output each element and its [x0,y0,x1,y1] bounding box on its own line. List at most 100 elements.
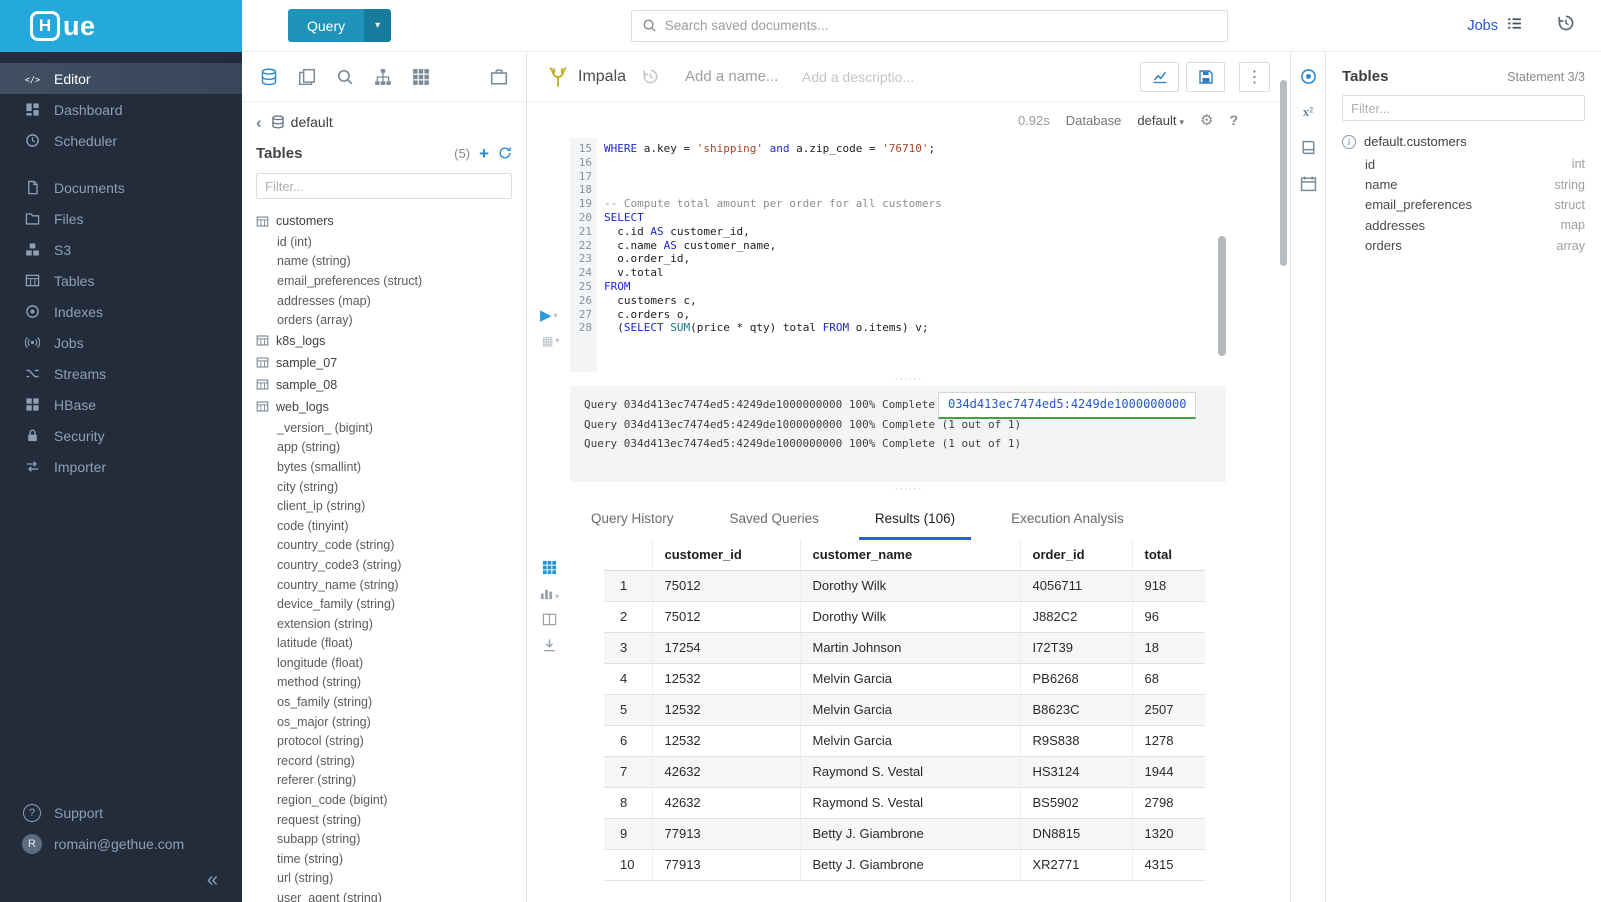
log-resize-handle[interactable] [527,372,1290,386]
code-editor[interactable]: ▶▾ ▦▾ 1516171819202122232425262728 WHERE… [527,138,1290,372]
sidebar-item-editor[interactable]: </>Editor [0,63,242,94]
code-line[interactable] [604,170,1290,184]
editor-code[interactable]: WHERE a.key = 'shipping' and a.zip_code … [597,138,1290,372]
help-icon[interactable]: ? [1229,112,1238,128]
code-line[interactable]: c.orders o, [604,308,1290,322]
search-source-icon[interactable] [334,66,356,88]
sidebar-item-security[interactable]: Security [0,420,242,451]
more-options-button[interactable]: ⋮ [1239,62,1270,92]
tree-column[interactable]: country_code (string) [256,536,526,556]
tree-column[interactable]: orders (array) [256,310,526,330]
save-button[interactable] [1186,62,1225,92]
tree-table-sample-08[interactable]: sample_08 [256,374,526,396]
add-table-icon[interactable]: + [479,145,489,162]
sidebar-item-importer[interactable]: Importer [0,451,242,482]
settings-gear-icon[interactable]: ⚙ [1200,111,1213,129]
chart-view-icon[interactable]: ▾ [539,586,559,601]
tab-saved-queries[interactable]: Saved Queries [714,500,835,540]
query-id-popover[interactable]: 034d413ec7474ed5:4249de1000000000 [938,392,1196,419]
tab-execution-analysis[interactable]: Execution Analysis [995,500,1140,540]
sidebar-item-support[interactable]: ? Support [0,797,242,828]
code-line[interactable]: v.total [604,266,1290,280]
tree-column[interactable]: request (string) [256,810,526,830]
tree-column[interactable]: record (string) [256,751,526,771]
functions-icon[interactable]: x² [1303,104,1313,120]
right-column-email-preferences[interactable]: email_preferencesstruct [1365,195,1585,215]
assistant-icon[interactable] [1300,68,1317,85]
results-resize-handle[interactable] [527,482,1290,496]
code-line[interactable]: -- Compute total amount per order for al… [604,197,1290,211]
sidebar-item-user[interactable]: R romain@gethue.com [0,828,242,859]
sidebar-item-s3[interactable]: S3 [0,234,242,265]
code-line[interactable]: customers c, [604,294,1290,308]
tree-column[interactable]: bytes (smallint) [256,457,526,477]
grid-view-icon[interactable] [542,560,557,575]
code-line[interactable]: (SELECT SUM(price * qty) total FROM o.it… [604,321,1290,335]
breadcrumb-database-name[interactable]: default [291,114,333,130]
table-filter-input[interactable] [256,173,512,199]
results-row[interactable]: 977913Betty J. GiambroneDN88151320 [604,818,1205,849]
code-line[interactable]: FROM [604,280,1290,294]
sidebar-item-tables[interactable]: Tables [0,265,242,296]
tree-column[interactable]: subapp (string) [256,829,526,849]
briefcase-icon[interactable] [488,66,510,88]
tree-column[interactable]: user_agent (string) [256,888,526,902]
tree-column[interactable]: email_preferences (struct) [256,271,526,291]
tree-column[interactable]: method (string) [256,673,526,693]
editor-scrollbar[interactable] [1218,236,1226,356]
tree-column[interactable]: _version_ (bigint) [256,418,526,438]
main-scrollbar[interactable] [1280,80,1287,266]
results-row[interactable]: 317254Martin JohnsonI72T3918 [604,632,1205,663]
tree-column[interactable]: url (string) [256,869,526,889]
sidebar-item-indexes[interactable]: Indexes [0,296,242,327]
results-col-header[interactable]: customer_id [652,540,800,570]
sidebar-item-hbase[interactable]: HBase [0,389,242,420]
tab-query-history[interactable]: Query History [575,500,690,540]
results-row[interactable]: 275012Dorothy WilkJ882C296 [604,601,1205,632]
sidebar-item-files[interactable]: Files [0,203,242,234]
active-table-row[interactable]: i default.customers [1342,134,1585,149]
results-col-header[interactable]: total [1132,540,1205,570]
results-col-header[interactable]: customer_name [800,540,1020,570]
query-history-icon[interactable] [1557,14,1575,37]
results-row[interactable]: 612532Melvin GarciaR9S8381278 [604,725,1205,756]
query-name-input[interactable] [685,68,780,85]
tree-column[interactable]: os_family (string) [256,692,526,712]
tree-column[interactable]: addresses (map) [256,291,526,311]
code-line[interactable]: WHERE a.key = 'shipping' and a.zip_code … [604,142,1290,156]
apps-grid-icon[interactable] [410,66,432,88]
tree-table-customers[interactable]: customers [256,210,526,232]
hue-logo[interactable]: H ue [0,0,242,52]
tree-column[interactable]: country_name (string) [256,575,526,595]
schedule-calendar-icon[interactable] [1300,175,1317,192]
code-line[interactable] [604,183,1290,197]
sidebar-item-scheduler[interactable]: Scheduler [0,125,242,156]
new-query-button[interactable]: Query ▾ [288,9,391,42]
results-row[interactable]: 842632Raymond S. VestalBS59022798 [604,787,1205,818]
right-filter-input[interactable] [1342,95,1585,121]
right-column-orders[interactable]: ordersarray [1365,236,1585,256]
results-col-header[interactable]: order_id [1020,540,1132,570]
sidebar-item-jobs[interactable]: Jobs [0,327,242,358]
back-chevron-icon[interactable]: ‹ [256,114,262,131]
right-column-name[interactable]: namestring [1365,174,1585,194]
documents-source-icon[interactable] [296,66,318,88]
results-row[interactable]: 1077913Betty J. GiambroneXR27714315 [604,849,1205,880]
tree-column[interactable]: client_ip (string) [256,496,526,516]
columns-view-icon[interactable] [542,612,557,627]
tree-column[interactable]: name (string) [256,252,526,272]
tree-column[interactable]: code (tinyint) [256,516,526,536]
tree-table-sample-07[interactable]: sample_07 [256,352,526,374]
code-line[interactable]: c.id AS customer_id, [604,225,1290,239]
code-line[interactable]: SELECT [604,211,1290,225]
code-line[interactable] [604,156,1290,170]
results-row[interactable]: 175012Dorothy Wilk4056711918 [604,570,1205,601]
search-input[interactable] [665,18,1217,33]
collapse-sidebar-button[interactable]: « [207,869,218,891]
tree-column[interactable]: referer (string) [256,771,526,791]
execute-button[interactable]: ▶▾ [540,308,558,323]
chart-button[interactable] [1140,62,1179,92]
query-description-input[interactable] [802,69,932,85]
results-row[interactable]: 512532Melvin GarciaB8623C2507 [604,694,1205,725]
jobs-list-icon[interactable] [1506,15,1523,37]
